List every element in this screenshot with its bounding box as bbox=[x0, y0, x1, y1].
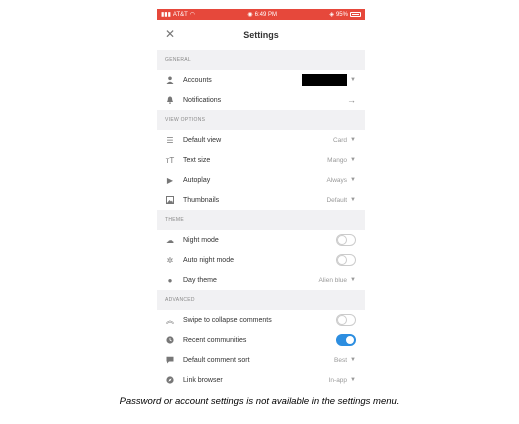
close-icon[interactable]: ✕ bbox=[165, 28, 175, 40]
recent-communities-toggle[interactable] bbox=[336, 334, 356, 346]
auto-night-mode-label: Auto night mode bbox=[183, 256, 234, 264]
settings-header: ✕ Settings bbox=[157, 20, 365, 50]
link-browser-label: Link browser bbox=[183, 376, 223, 384]
night-mode-toggle[interactable] bbox=[336, 234, 356, 246]
settings-screen: ▮▮▮ AT&T ◠ ◉ 6:49 PM ◈ 95% ✕ Settings GE… bbox=[157, 9, 365, 387]
thumbnails-value: Default bbox=[326, 196, 348, 204]
image-icon bbox=[157, 196, 183, 204]
swipe-collapse-label: Swipe to collapse comments bbox=[183, 316, 272, 324]
wifi-icon: ◠ bbox=[189, 12, 196, 18]
swipe-collapse-toggle[interactable] bbox=[336, 314, 356, 326]
comment-icon bbox=[157, 356, 183, 364]
compass-icon bbox=[157, 376, 183, 384]
carrier-status: ▮▮▮ AT&T ◠ bbox=[161, 11, 196, 19]
text-size-value: Mango bbox=[327, 156, 348, 164]
list-icon: ☰ bbox=[166, 135, 174, 145]
status-bar: ▮▮▮ AT&T ◠ ◉ 6:49 PM ◈ 95% bbox=[157, 9, 365, 20]
person-icon bbox=[157, 76, 183, 84]
toggle-knob bbox=[337, 235, 347, 245]
day-theme-value: Alien blue bbox=[318, 276, 348, 284]
chevron-down-icon[interactable]: ▼ bbox=[350, 137, 356, 143]
notifications-row[interactable]: Notifications → bbox=[157, 90, 365, 110]
chevron-down-icon[interactable]: ▼ bbox=[350, 377, 356, 383]
link-browser-value: In-app bbox=[328, 376, 348, 384]
time-label: 6:49 PM bbox=[254, 11, 277, 18]
recent-communities-row[interactable]: Recent communities bbox=[157, 330, 365, 350]
thumbnails-label: Thumbnails bbox=[183, 196, 220, 204]
night-mode-row[interactable]: ☁ Night mode bbox=[157, 230, 365, 250]
chevron-down-icon[interactable]: ▼ bbox=[350, 177, 356, 183]
section-view-options: VIEW OPTIONS bbox=[157, 110, 365, 130]
default-comment-sort-label: Default comment sort bbox=[183, 356, 250, 364]
chevron-down-icon[interactable]: ▼ bbox=[350, 357, 356, 363]
redacted-account-name bbox=[302, 74, 347, 86]
autoplay-label: Autoplay bbox=[183, 176, 211, 184]
chevron-down-icon[interactable]: ▼ bbox=[350, 197, 356, 203]
chevron-down-icon[interactable]: ▼ bbox=[350, 157, 356, 163]
section-theme: THEME bbox=[157, 210, 365, 230]
bell-icon bbox=[157, 96, 183, 104]
circle-icon: ● bbox=[167, 275, 173, 285]
text-size-label: Text size bbox=[183, 156, 211, 164]
default-comment-sort-row[interactable]: Default comment sort Best ▼ bbox=[157, 350, 365, 370]
thumbnails-row[interactable]: Thumbnails Default ▼ bbox=[157, 190, 365, 210]
figure-caption: Password or account settings is not avai… bbox=[119, 396, 400, 407]
signal-icon: ▮▮▮ bbox=[161, 12, 171, 18]
toggle-knob bbox=[337, 315, 347, 325]
double-chevron-up-icon: ︽ bbox=[166, 315, 174, 325]
day-theme-label: Day theme bbox=[183, 276, 217, 284]
arrow-right-icon[interactable]: → bbox=[347, 95, 356, 105]
alarm-icon: ◉ bbox=[247, 12, 253, 18]
default-view-value: Card bbox=[332, 136, 348, 144]
chevron-down-icon[interactable]: ▼ bbox=[350, 277, 356, 283]
battery-status: ◈ 95% bbox=[329, 11, 361, 18]
gear-icon: ✲ bbox=[166, 255, 174, 265]
default-view-label: Default view bbox=[183, 136, 222, 144]
swipe-collapse-row[interactable]: ︽ Swipe to collapse comments bbox=[157, 310, 365, 330]
auto-night-mode-toggle[interactable] bbox=[336, 254, 356, 266]
text-size-icon: ᴛT bbox=[165, 155, 175, 165]
night-mode-label: Night mode bbox=[183, 236, 219, 244]
link-browser-row[interactable]: Link browser In-app ▼ bbox=[157, 370, 365, 387]
auto-night-mode-row[interactable]: ✲ Auto night mode bbox=[157, 250, 365, 270]
text-size-row[interactable]: ᴛT Text size Mango ▼ bbox=[157, 150, 365, 170]
chevron-down-icon[interactable]: ▼ bbox=[350, 77, 356, 83]
default-view-row[interactable]: ☰ Default view Card ▼ bbox=[157, 130, 365, 150]
carrier-label: AT&T bbox=[172, 11, 188, 18]
location-icon: ◈ bbox=[329, 12, 334, 18]
day-theme-row[interactable]: ● Day theme Alien blue ▼ bbox=[157, 270, 365, 290]
toggle-knob bbox=[345, 335, 355, 345]
section-general: GENERAL bbox=[157, 50, 365, 70]
clock-status: ◉ 6:49 PM bbox=[247, 11, 277, 19]
notifications-label: Notifications bbox=[183, 96, 222, 104]
night-mode-icon: ☁ bbox=[166, 235, 174, 245]
autoplay-value: Always bbox=[326, 176, 348, 184]
section-advanced: ADVANCED bbox=[157, 290, 365, 310]
default-comment-sort-value: Best bbox=[334, 356, 348, 364]
play-icon: ▶ bbox=[166, 175, 174, 185]
toggle-knob bbox=[337, 255, 347, 265]
clock-icon bbox=[157, 336, 183, 344]
page-title: Settings bbox=[243, 30, 279, 40]
battery-label: 95% bbox=[335, 11, 348, 18]
autoplay-row[interactable]: ▶ Autoplay Always ▼ bbox=[157, 170, 365, 190]
accounts-row[interactable]: Accounts ▼ bbox=[157, 70, 365, 90]
battery-icon bbox=[349, 12, 361, 17]
recent-communities-label: Recent communities bbox=[183, 336, 247, 344]
